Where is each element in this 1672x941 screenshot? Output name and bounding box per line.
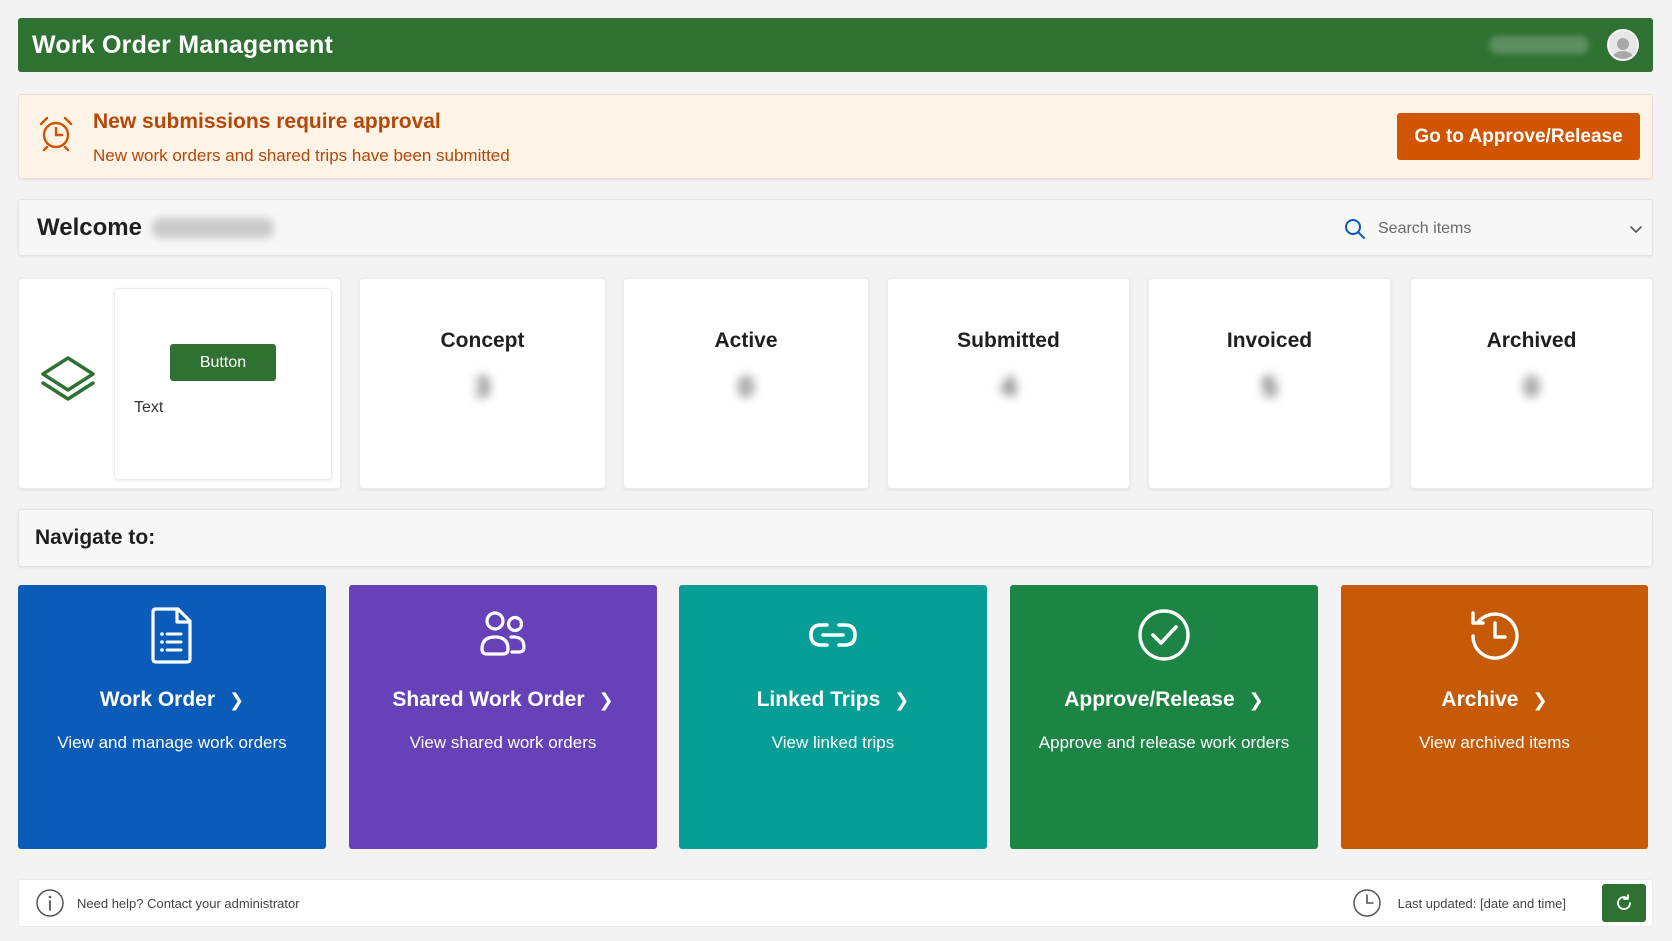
chevron-right-icon: ❯ xyxy=(894,689,910,710)
status-card-label: Archived xyxy=(1486,329,1577,352)
status-card-label: Concept xyxy=(440,329,525,352)
banner-subtitle: New work orders and shared trips have be… xyxy=(93,146,510,165)
chevron-right-icon: ❯ xyxy=(598,689,614,710)
status-card-label: Submitted xyxy=(957,329,1060,352)
user-menu[interactable] xyxy=(1489,29,1639,61)
last-updated-text: Last updated: [date and time] xyxy=(1397,895,1566,911)
navigate-label: Navigate to: xyxy=(35,526,156,549)
tile-title-text: Work Order xyxy=(99,688,216,711)
status-card-count: 0 xyxy=(738,371,754,402)
nav-tile-approve-release[interactable]: Approve/Release ❯ Approve and release wor… xyxy=(1010,585,1318,849)
footer: Need help? Contact your administrator La… xyxy=(18,879,1653,927)
layers-icon xyxy=(41,356,95,401)
inner-card: Button Text xyxy=(114,288,332,480)
clock-icon xyxy=(1352,889,1381,917)
nav-tile-work-order[interactable]: Work Order ❯ View and manage work orders xyxy=(18,585,326,849)
user-avatar-icon[interactable] xyxy=(1607,29,1639,61)
tile-description: View shared work orders xyxy=(409,733,597,752)
tile-title: Shared Work Order ❯ xyxy=(349,688,657,712)
welcome-label: Welcome xyxy=(37,213,142,241)
status-card-invoiced[interactable]: Invoiced 5 xyxy=(1148,278,1391,489)
generic-button[interactable]: Button xyxy=(170,344,276,381)
document-list-icon xyxy=(151,607,192,664)
banner-title: New submissions require approval xyxy=(93,110,441,133)
refresh-button[interactable] xyxy=(1602,884,1646,922)
tile-title-text: Archive xyxy=(1441,688,1519,711)
app-header: Work Order Management xyxy=(18,18,1653,72)
welcome-bar: Welcome Search items xyxy=(18,199,1653,256)
status-card-count: 0 xyxy=(1523,371,1540,402)
chevron-right-icon: ❯ xyxy=(229,689,245,710)
welcome-user-name xyxy=(151,217,274,238)
overview-card: Button Text xyxy=(18,278,341,489)
tile-description: Approve and release work orders xyxy=(1038,733,1290,752)
check-circle-icon xyxy=(1138,609,1190,661)
alarm-clock-icon xyxy=(39,116,73,152)
nav-tile-linked-trips[interactable]: Linked Trips ❯ View linked trips xyxy=(679,585,987,849)
tile-title: Linked Trips ❯ xyxy=(679,688,987,712)
status-card-label: Invoiced xyxy=(1226,329,1313,352)
nav-tile-shared-work-order[interactable]: Shared Work Order ❯ View shared work orde… xyxy=(349,585,657,849)
tile-title: Approve/Release ❯ xyxy=(1010,688,1318,712)
nav-tile-archive[interactable]: Archive ❯ View archived items xyxy=(1341,585,1648,849)
people-icon xyxy=(480,611,526,656)
status-card-submitted[interactable]: Submitted 4 xyxy=(887,278,1130,489)
status-card-concept[interactable]: Concept 3 xyxy=(359,278,606,489)
status-card-label: Active xyxy=(714,329,778,352)
link-icon xyxy=(809,623,857,647)
footer-status: Last updated: [date and time] xyxy=(1352,884,1646,922)
tile-title: Archive ❯ xyxy=(1341,688,1648,712)
status-card-count: 4 xyxy=(1000,371,1017,402)
refresh-icon xyxy=(1617,894,1631,910)
app-title: Work Order Management xyxy=(32,30,334,59)
chevron-down-icon[interactable] xyxy=(1628,221,1644,237)
tile-title-text: Approve/Release xyxy=(1064,688,1235,711)
chevron-right-icon: ❯ xyxy=(1248,689,1264,710)
status-card-active[interactable]: Active 0 xyxy=(623,278,869,489)
tile-title-text: Linked Trips xyxy=(756,688,881,711)
approval-banner: New submissions require approval New wor… xyxy=(18,94,1653,179)
status-card-count: 5 xyxy=(1261,371,1278,402)
info-icon xyxy=(36,889,64,917)
search-box[interactable]: Search items xyxy=(1344,200,1644,257)
generic-text: Text xyxy=(134,399,164,416)
tile-title: Work Order ❯ xyxy=(18,688,326,712)
tile-description: View and manage work orders xyxy=(57,733,287,752)
search-input[interactable]: Search items xyxy=(1378,220,1471,238)
status-card-count: 3 xyxy=(474,371,491,402)
tile-description: View linked trips xyxy=(771,733,895,752)
status-card-archived[interactable]: Archived 0 xyxy=(1410,278,1653,489)
search-icon xyxy=(1345,218,1365,239)
help-text: Need help? Contact your administrator xyxy=(77,895,300,911)
tile-title-text: Shared Work Order xyxy=(392,688,585,711)
tile-description: View archived items xyxy=(1419,733,1570,752)
navigate-bar: Navigate to: xyxy=(18,509,1653,567)
history-icon xyxy=(1470,611,1519,660)
go-to-approve-release-button[interactable]: Go to Approve/Release xyxy=(1397,113,1640,160)
user-name xyxy=(1489,36,1589,54)
chevron-right-icon: ❯ xyxy=(1532,689,1548,710)
